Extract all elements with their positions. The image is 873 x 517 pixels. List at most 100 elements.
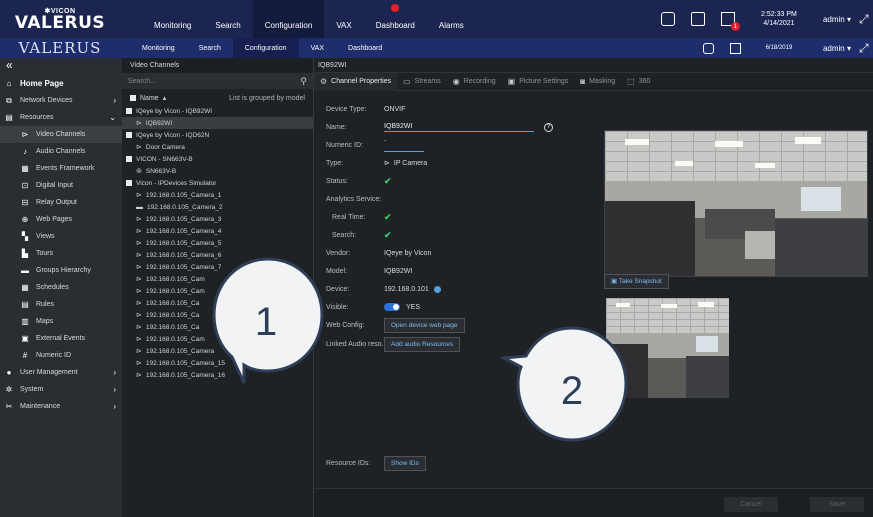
sidebar-item-user-management[interactable]: ● User Management › (0, 364, 122, 381)
chart-icon[interactable] (690, 12, 705, 26)
take-snapshot-button[interactable]: ▣ Take Snapshot (604, 274, 669, 289)
sidebar-item-audio-channels[interactable]: ♪ Audio Channels (0, 143, 122, 160)
tree-item[interactable]: ⊳ Door Camera (122, 141, 313, 153)
add-audio-button[interactable]: Add audio Resources (384, 337, 461, 352)
tab-360[interactable]: ⬚ 360 (621, 73, 656, 91)
cancel-button[interactable]: Cancel (724, 497, 778, 512)
tree-item[interactable]: ⊳ 192.168.0.105_Camera_3 (122, 213, 313, 225)
relay-icon: ⊟ (21, 198, 29, 207)
tree-group[interactable]: IQeye by Vicon - IQB92WI (122, 105, 313, 117)
sidebar-item-tours[interactable]: ▙ Tours (0, 245, 122, 262)
flag-icon[interactable]: 1 (720, 12, 740, 31)
name-column-header[interactable]: Name (140, 95, 159, 102)
ghost-tab-monitoring[interactable]: Monitoring (130, 38, 187, 58)
sidebar-item-network-devices[interactable]: ⧉ Network Devices › (0, 92, 122, 109)
webconfig-label: Web Config: (326, 322, 365, 329)
show-ids-button[interactable]: Show IDs (384, 456, 426, 471)
top-tab-monitoring[interactable]: Monitoring (142, 0, 203, 38)
gear-icon[interactable] (433, 285, 441, 293)
tree-item[interactable]: ⊳ 192.168.0.105_Camera_1 (122, 189, 313, 201)
tab-label: 360 (638, 78, 651, 85)
tab-recording[interactable]: ◉ Recording (447, 73, 502, 91)
sidebar-item-system[interactable]: ✲ System › (0, 381, 122, 398)
sidebar-item-web-pages[interactable]: ⊕ Web Pages (0, 211, 122, 228)
chevron-icon[interactable]: › (113, 402, 116, 411)
name-row: Name: IQB92WI? (326, 118, 606, 136)
tree-header[interactable]: Name ▴ List is grouped by model (122, 91, 313, 105)
ghost-tab-search[interactable]: Search (187, 38, 233, 58)
sidebar-item-relay-output[interactable]: ⊟ Relay Output (0, 194, 122, 211)
ghost-expand-icon[interactable]: ⤢ (859, 41, 873, 56)
ghost-tab-vax[interactable]: VAX (299, 38, 337, 58)
camera-icon: ⊳ (136, 144, 142, 151)
tab-label: Picture Settings (519, 78, 569, 85)
tab-picture-settings[interactable]: ▣ Picture Settings (502, 73, 575, 91)
visible-toggle[interactable] (384, 303, 400, 311)
ghost-chart-icon[interactable] (702, 42, 714, 54)
collapse-group-icon[interactable] (126, 132, 132, 138)
sidebar-item-home-page[interactable]: ⌂ Home Page (0, 74, 122, 92)
sidebar-item-schedules[interactable]: ▦ Schedules (0, 279, 122, 296)
tab-masking[interactable]: ◙ Masking (574, 73, 621, 91)
streams-icon: ▭ (403, 77, 411, 86)
chevron-icon[interactable]: › (113, 385, 116, 394)
sidebar-item-external-events[interactable]: ▣ External Events (0, 330, 122, 347)
panel-title: Video Channels (122, 58, 313, 73)
collapse-all-icon[interactable] (130, 95, 136, 101)
sidebar-item-digital-input[interactable]: ⊡ Digital Input (0, 177, 122, 194)
tree-item[interactable]: ⊳ IQB92WI (122, 117, 313, 129)
digital-input-icon: ⊡ (21, 181, 29, 190)
sidebar-item-rules[interactable]: ▤ Rules (0, 296, 122, 313)
search-check-icon: ✔ (384, 229, 392, 240)
top-tab-alarms[interactable]: Alarms (427, 0, 476, 38)
search-icon[interactable]: ⚲ (300, 76, 307, 87)
top-tab-search[interactable]: Search (203, 0, 252, 38)
chevron-icon[interactable]: › (113, 96, 116, 105)
user-menu[interactable]: admin ▾ (809, 15, 859, 24)
sidebar-item-maps[interactable]: ▥ Maps (0, 313, 122, 330)
collapse-sidebar-icon[interactable]: « (0, 58, 122, 74)
help-icon[interactable]: ? (544, 122, 553, 132)
tree-group[interactable]: VICON - SN663V-B (122, 153, 313, 165)
chevron-icon[interactable]: ⌄ (109, 113, 116, 122)
top-tab-vax[interactable]: VAX (324, 0, 363, 38)
tree-item[interactable]: ⊚ SN663V-B (122, 165, 313, 177)
sidebar-item-maintenance[interactable]: ✂ Maintenance › (0, 398, 122, 415)
collapse-group-icon[interactable] (126, 180, 132, 186)
sidebar-item-views[interactable]: ▚ Views (0, 228, 122, 245)
tab-channel-properties[interactable]: ⚙ Channel Properties (314, 72, 398, 91)
name-label: Name: (326, 123, 347, 131)
views-icon: ▚ (21, 232, 29, 241)
device-value[interactable]: 192.168.0.101 (384, 286, 429, 293)
tab-streams[interactable]: ▭ Streams (397, 73, 447, 91)
sidebar-item-events-framework[interactable]: ▦ Events Framework (0, 160, 122, 177)
resources-icon: ▤ (5, 113, 13, 122)
collapse-group-icon[interactable] (126, 156, 132, 162)
expand-icon[interactable]: ⤢ (859, 12, 873, 27)
top-tab-configuration[interactable]: Configuration (252, 0, 325, 38)
name-field[interactable]: IQB92WI (384, 123, 534, 132)
tree-item[interactable]: ▬ 192.168.0.105_Camera_2 (122, 201, 313, 213)
ghost-tab-dashboard[interactable]: Dashboard (336, 38, 394, 58)
sidebar-item-video-channels[interactable]: ⊳ Video Channels (0, 126, 122, 143)
tree-group[interactable]: IQeye by Vicon - IQD62N (122, 129, 313, 141)
sort-asc-icon[interactable]: ▴ (163, 94, 167, 102)
search-input[interactable]: Search... ⚲ (122, 73, 313, 89)
tree-item[interactable]: ⊳ 192.168.0.105_Camera_4 (122, 225, 313, 237)
open-web-page-button[interactable]: Open device web page (384, 318, 465, 333)
tree-item[interactable]: ⊳ 192.168.0.105_Camera_5 (122, 237, 313, 249)
model-value: IQB92WI (384, 267, 413, 275)
sidebar-item-groups-hierarchy[interactable]: ▬ Groups Hierarchy (0, 262, 122, 279)
tree-group[interactable]: Vicon - IPDevices Simulator (122, 177, 313, 189)
chevron-icon[interactable]: › (113, 368, 116, 377)
collapse-group-icon[interactable] (126, 108, 132, 114)
ghost-user-menu[interactable]: admin ▾ (809, 44, 859, 53)
ghost-flag-icon[interactable] (729, 42, 741, 54)
ghost-tab-configuration[interactable]: Configuration (232, 38, 299, 58)
top-tab-dashboard[interactable]: Dashboard (364, 0, 427, 38)
sidebar-item-numeric-id[interactable]: # Numeric ID (0, 347, 122, 364)
numeric-id-field[interactable] (384, 144, 424, 152)
save-button[interactable]: Save (810, 497, 864, 512)
monitor-icon[interactable] (660, 12, 675, 26)
sidebar-item-resources[interactable]: ▤ Resources ⌄ (0, 109, 122, 126)
